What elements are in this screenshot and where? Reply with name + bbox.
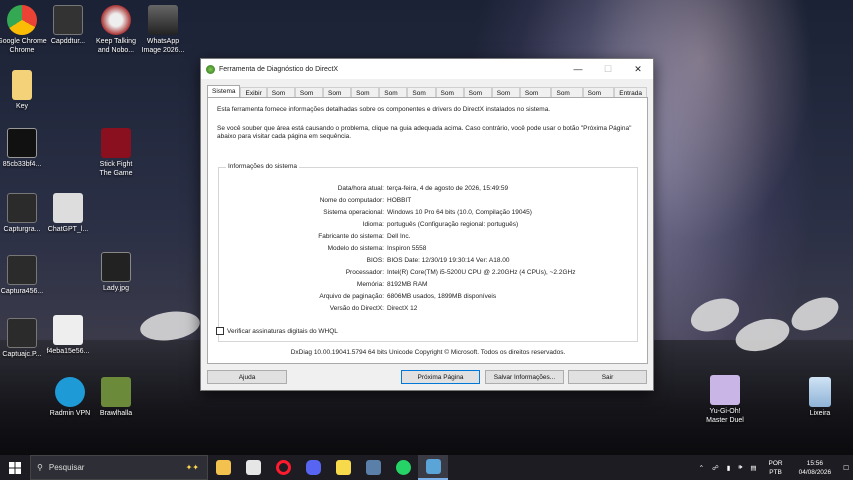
whql-checkbox-label: Verificar assinaturas digitais do WHQL bbox=[227, 327, 338, 335]
info-row-processor: Processador: Intel(R) Core(TM) i5-5200U C… bbox=[345, 269, 576, 276]
taskbar-file-explorer[interactable] bbox=[208, 455, 238, 480]
desktop-icon-recycle-bin[interactable]: Lixeira bbox=[790, 377, 850, 418]
image-file-icon bbox=[53, 193, 83, 223]
info-row-computer-name: Nome do computador: HOBBIT bbox=[319, 197, 412, 204]
desktop-icon-stick-fight[interactable]: Stick Fight The Game bbox=[86, 128, 146, 178]
folder-icon bbox=[215, 460, 231, 475]
info-row-directx-version: Versão do DirectX: DirectX 12 bbox=[329, 305, 418, 312]
opera-icon bbox=[275, 460, 291, 475]
recycle-bin-icon bbox=[809, 377, 831, 407]
instructions-text: Se você souber que área está causando o … bbox=[217, 125, 632, 140]
desktop-icon-f4eba[interactable]: f4eba15e56... bbox=[38, 315, 98, 356]
system-tab-panel: Esta ferramenta fornece informações deta… bbox=[207, 97, 648, 364]
game-icon bbox=[101, 128, 131, 158]
chrome-icon bbox=[7, 5, 37, 35]
game-bomb-icon bbox=[101, 5, 131, 35]
notification-icon[interactable]: ☐ bbox=[843, 464, 849, 472]
network-icon[interactable]: ☍ bbox=[712, 464, 719, 472]
title-bar[interactable]: Ferramenta de Diagnóstico do DirectX — ☐… bbox=[201, 59, 653, 79]
radio-dish-decor bbox=[786, 290, 844, 338]
radio-dish-decor bbox=[686, 292, 744, 338]
image-file-icon bbox=[53, 315, 83, 345]
window-title: Ferramenta de Diagnóstico do DirectX bbox=[219, 65, 339, 73]
taskbar-dxdiag[interactable] bbox=[418, 455, 448, 480]
game-icon bbox=[101, 377, 131, 407]
game-icon bbox=[710, 375, 740, 405]
info-row-os: Sistema operacional: Windows 10 Pro 64 bi… bbox=[323, 209, 532, 216]
directx-icon bbox=[425, 459, 441, 474]
minimize-button[interactable]: — bbox=[563, 59, 593, 79]
discord-icon bbox=[305, 460, 321, 475]
desktop-icon-chatgpt[interactable]: ChatGPT_l... bbox=[38, 193, 98, 234]
calculator-icon bbox=[365, 460, 381, 475]
taskbar-whatsapp[interactable] bbox=[388, 455, 418, 480]
app-tray-icon[interactable]: ▤ bbox=[750, 464, 756, 472]
battery-icon[interactable]: ▮ bbox=[727, 464, 731, 472]
desktop-icon-captura456[interactable]: Captura456... bbox=[0, 255, 52, 296]
directx-icon bbox=[206, 64, 215, 74]
image-file-icon bbox=[101, 252, 131, 282]
whatsapp-icon bbox=[395, 460, 411, 475]
taskbar: ⚲ Pesquisar ✦✦ ⌃ ☍ ▮ 🕪 ▤ POR PTB 15:56 0… bbox=[0, 455, 853, 480]
taskbar-calculator[interactable] bbox=[358, 455, 388, 480]
info-row-pagefile: Arquivo de paginação: 6806MB usados, 1899… bbox=[319, 293, 497, 300]
sparkle-icon: ✦✦ bbox=[185, 463, 199, 472]
taskbar-paint[interactable] bbox=[238, 455, 268, 480]
version-footer: DxDiag 10.00.19041.5794 64 bits Unicode … bbox=[290, 349, 566, 356]
taskbar-sticky-notes[interactable] bbox=[328, 455, 358, 480]
desktop-icon-yugioh[interactable]: Yu-Gi-Oh! Master Duel bbox=[695, 375, 755, 425]
info-row-bios: BIOS: BIOS Date: 12/30/19 19:30:14 Ver: A… bbox=[366, 257, 510, 264]
desktop-icon-lady[interactable]: Lady.jpg bbox=[86, 252, 146, 293]
exit-button[interactable]: Sair bbox=[568, 370, 647, 384]
taskbar-search-box[interactable]: ⚲ Pesquisar ✦✦ bbox=[30, 455, 208, 480]
info-row-memory: Memória: 8192MB RAM bbox=[356, 281, 428, 288]
system-tray: ⌃ ☍ ▮ 🕪 ▤ POR PTB 15:56 04/08/2026 ☐ bbox=[695, 455, 853, 480]
system-info-group: Informações do sistema Data/hora atual: t… bbox=[218, 163, 638, 342]
show-hidden-icons-icon[interactable]: ⌃ bbox=[699, 464, 704, 472]
search-placeholder: Pesquisar bbox=[48, 463, 85, 472]
image-file-icon bbox=[7, 318, 37, 348]
tab-strip: Sistema Exibir Som 1 Som 2 Som 3 Som 4 S… bbox=[201, 79, 653, 104]
desktop-icon-key[interactable]: Key bbox=[0, 70, 52, 111]
desktop-icon-brawlhalla[interactable]: Brawlhalla bbox=[86, 377, 146, 418]
image-file-icon bbox=[148, 5, 178, 35]
maximize-button: ☐ bbox=[603, 63, 613, 74]
info-row-datetime: Data/hora atual: terça-feira, 4 de agosto… bbox=[337, 185, 509, 192]
close-button[interactable]: ✕ bbox=[623, 59, 653, 79]
intro-text: Esta ferramenta fornece informações deta… bbox=[217, 106, 551, 113]
image-file-icon bbox=[7, 255, 37, 285]
info-row-manufacturer: Fabricante do sistema: Dell Inc. bbox=[318, 233, 411, 240]
volume-icon[interactable]: 🕪 bbox=[738, 464, 742, 472]
radio-dish-decor bbox=[138, 307, 202, 345]
save-info-button[interactable]: Salvar Informações... bbox=[485, 370, 564, 384]
windows-logo-icon bbox=[9, 461, 21, 474]
image-file-icon bbox=[7, 193, 37, 223]
dxdiag-window: Ferramenta de Diagnóstico do DirectX — ☐… bbox=[200, 58, 654, 391]
desktop-icon-85cb[interactable]: 85cb33bf4... bbox=[0, 128, 52, 169]
help-button[interactable]: Ajuda bbox=[207, 370, 287, 384]
clock[interactable]: 15:56 04/08/2026 bbox=[799, 459, 832, 477]
search-icon: ⚲ bbox=[37, 463, 43, 472]
taskbar-opera[interactable] bbox=[268, 455, 298, 480]
folder-icon bbox=[12, 70, 32, 100]
whql-checkbox[interactable] bbox=[216, 327, 224, 335]
language-indicator[interactable]: POR PTB bbox=[769, 459, 783, 477]
whql-checkbox-row[interactable]: Verificar assinaturas digitais do WHQL bbox=[216, 327, 338, 335]
group-title: Informações do sistema bbox=[226, 163, 300, 170]
image-file-icon bbox=[53, 5, 83, 35]
sticky-notes-icon bbox=[335, 460, 351, 475]
start-button[interactable] bbox=[0, 455, 30, 480]
info-row-language: Idioma: português (Configuração regional:… bbox=[362, 221, 519, 228]
taskbar-discord[interactable] bbox=[298, 455, 328, 480]
next-page-button[interactable]: Próxima Página bbox=[401, 370, 480, 384]
radmin-vpn-icon bbox=[55, 377, 85, 407]
info-row-model: Modelo do sistema: Inspiron 5558 bbox=[327, 245, 427, 252]
paint-icon bbox=[245, 460, 261, 475]
image-file-icon bbox=[7, 128, 37, 158]
desktop-icon-whatsapp-image[interactable]: WhatsApp Image 2026... bbox=[133, 5, 193, 55]
